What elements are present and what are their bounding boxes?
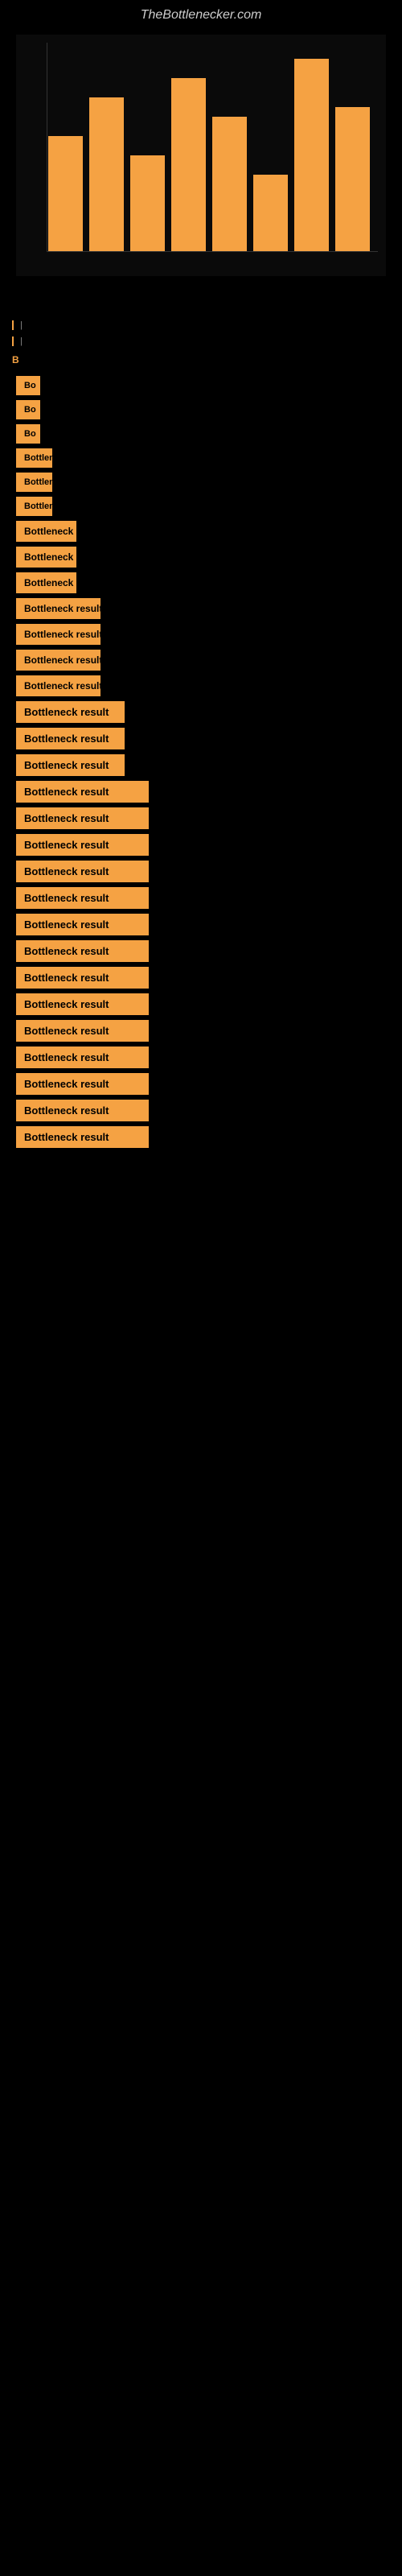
bottleneck-section-indicator: B xyxy=(12,353,390,367)
result-row: Bottleneck result xyxy=(12,754,390,776)
result-row: Bottleneck r xyxy=(12,473,390,492)
result-row: Bottleneck res xyxy=(12,572,390,593)
result-row: Bottleneck result xyxy=(12,1126,390,1148)
result-label: Bo xyxy=(16,376,40,395)
result-label: Bottleneck result xyxy=(16,861,149,882)
result-row: Bottleneck xyxy=(12,497,390,516)
input-area-label2: | xyxy=(20,336,390,346)
result-row: Bottleneck result xyxy=(12,914,390,935)
result-label: Bottleneck result xyxy=(16,1126,149,1148)
result-label: Bottleneck result xyxy=(16,1100,149,1121)
site-header: TheBottlenecker.com xyxy=(0,0,402,27)
result-row: Bottleneck result xyxy=(12,861,390,882)
result-label: Bottleneck result xyxy=(16,754,125,776)
result-row: Bottleneck result xyxy=(12,1046,390,1068)
result-row: Bottleneck result xyxy=(12,834,390,856)
result-label: Bottleneck result xyxy=(16,781,149,803)
result-label: Bo xyxy=(16,424,40,444)
result-row: Bottleneck result xyxy=(12,940,390,962)
result-label: Bottleneck result xyxy=(16,940,149,962)
result-label: Bottleneck result xyxy=(16,675,100,696)
result-row: Bottleneck res xyxy=(12,521,390,542)
result-label: Bottleneck result xyxy=(16,1020,149,1042)
result-label: Bottleneck result xyxy=(16,624,100,645)
result-label: Bottleneck result xyxy=(16,834,149,856)
result-row: Bottleneck result xyxy=(12,728,390,749)
result-label: Bottleneck result xyxy=(16,598,100,619)
result-row: Bo xyxy=(12,400,390,419)
result-label: Bottleneck result xyxy=(16,701,125,723)
site-title: TheBottlenecker.com xyxy=(0,0,402,27)
result-row: Bottleneck result xyxy=(12,781,390,803)
result-label: Bottleneck result xyxy=(16,914,149,935)
result-label: Bottleneck result xyxy=(16,728,125,749)
result-row: Bottleneck result xyxy=(12,967,390,989)
result-row: Bottleneck result xyxy=(12,547,390,568)
result-label: Bottleneck result xyxy=(16,967,149,989)
result-row: Bottleneck xyxy=(12,448,390,468)
result-row: Bottleneck result xyxy=(12,1073,390,1095)
result-row: Bo xyxy=(12,424,390,444)
result-label: Bottleneck result xyxy=(16,1073,149,1095)
result-label: Bottleneck res xyxy=(16,521,76,542)
main-chart-area xyxy=(16,35,386,276)
result-row: Bottleneck result xyxy=(12,807,390,829)
result-row: Bottleneck result xyxy=(12,624,390,645)
result-row: Bottleneck result xyxy=(12,701,390,723)
result-label: Bottleneck result xyxy=(16,1046,149,1068)
input-section: | | B xyxy=(0,316,402,371)
input-area-label: | xyxy=(20,320,390,330)
result-row: Bottleneck result xyxy=(12,887,390,909)
result-label: Bottleneck result xyxy=(16,650,100,671)
result-label: Bottleneck res xyxy=(16,572,76,593)
result-row: Bottleneck result xyxy=(12,1020,390,1042)
result-row: Bottleneck result xyxy=(12,650,390,671)
result-label: Bo xyxy=(16,400,40,419)
result-row: Bottleneck result xyxy=(12,993,390,1015)
result-row: Bo xyxy=(12,376,390,395)
result-label: Bottleneck r xyxy=(16,473,52,492)
result-row: Bottleneck result xyxy=(12,598,390,619)
result-label: Bottleneck result xyxy=(16,547,76,568)
result-row: Bottleneck result xyxy=(12,675,390,696)
result-label: Bottleneck xyxy=(16,497,52,516)
results-container: Bo Bo Bo Bottleneck Bottleneck r Bottlen… xyxy=(0,376,402,1148)
result-label: Bottleneck result xyxy=(16,807,149,829)
result-label: Bottleneck result xyxy=(16,993,149,1015)
result-label: Bottleneck result xyxy=(16,887,149,909)
result-row: Bottleneck result xyxy=(12,1100,390,1121)
result-label: Bottleneck xyxy=(16,448,52,468)
